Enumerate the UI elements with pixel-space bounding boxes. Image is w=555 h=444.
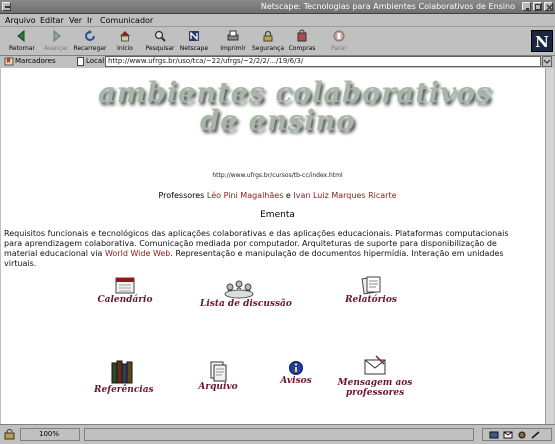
print-label: Imprimir xyxy=(220,45,246,52)
professors-line: Professores Léo Pini Magalhães e Ivan Lu… xyxy=(0,191,555,200)
professors-prefix: Professores xyxy=(158,191,205,200)
discussion-tray-icon[interactable] xyxy=(517,431,527,439)
back-label: Retornar xyxy=(9,45,35,52)
professor-link-1[interactable]: Léo Pini Magalhães xyxy=(207,191,283,200)
chevron-down-icon xyxy=(543,59,551,64)
search-button[interactable]: Pesquisar xyxy=(143,28,177,55)
ementa-heading: Ementa xyxy=(260,210,295,220)
location-label: Local: xyxy=(86,57,107,65)
vertical-scrollbar[interactable] xyxy=(545,68,554,424)
back-button[interactable]: Retornar xyxy=(5,28,39,55)
minimize-icon[interactable] xyxy=(522,2,531,11)
course-url-text: http://www.ufrgs.br/cursos/tb-cc/index.h… xyxy=(212,172,343,179)
professor-link-2[interactable]: Ivan Luiz Marques Ricarte xyxy=(293,191,396,200)
menu-ir[interactable]: Ir xyxy=(87,16,93,25)
menubar: Arquivo Editar Ver Ir Comunicador xyxy=(0,14,555,27)
navigation-toolbar: Retornar Avançar Recarregar Início Pesqu… xyxy=(0,27,555,56)
navigator-tray-icon[interactable] xyxy=(489,431,499,439)
shopping-icon xyxy=(297,29,307,42)
mailing-list-icon xyxy=(224,280,254,299)
www-link[interactable]: World Wide Web xyxy=(105,249,170,258)
professors-and: e xyxy=(285,191,291,200)
menu-comunicador[interactable]: Comunicador xyxy=(100,16,153,25)
books-icon xyxy=(111,360,133,384)
file-archive-icon xyxy=(210,361,227,382)
security-label: Segurança xyxy=(251,45,285,52)
security-button[interactable]: Segurança xyxy=(251,28,285,55)
window-menu-icon[interactable] xyxy=(2,2,11,11)
nav-relatorios[interactable]: Relatórios xyxy=(340,275,402,305)
composer-tray-icon[interactable] xyxy=(531,431,541,439)
message-icon xyxy=(364,355,386,375)
nav-calendario[interactable]: Calendário xyxy=(95,275,155,305)
print-icon xyxy=(227,30,239,41)
nav-calendario-label: Calendário xyxy=(97,295,153,305)
menu-ver[interactable]: Ver xyxy=(69,16,82,25)
menu-arquivo[interactable]: Arquivo xyxy=(5,16,36,25)
close-icon[interactable] xyxy=(544,2,553,11)
lock-icon xyxy=(263,30,273,42)
netscape-logo[interactable]: N xyxy=(531,30,553,52)
security-status-icon[interactable] xyxy=(4,429,15,440)
netscape-label: Netscape xyxy=(179,45,209,52)
home-label: Início xyxy=(117,45,133,52)
forward-arrow-icon xyxy=(53,29,61,43)
nav-avisos[interactable]: Avisos xyxy=(278,360,314,386)
ementa-paragraph: Requisitos funcionais e tecnológicos das… xyxy=(4,229,522,269)
netscape-button[interactable]: Netscape xyxy=(177,28,211,55)
forward-label: Avançar xyxy=(43,45,69,52)
location-bar: Marcadores Local: http://www.ufrgs.br/us… xyxy=(0,56,555,68)
search-label: Pesquisar xyxy=(145,45,175,52)
nav-arquivo[interactable]: Arquivo xyxy=(196,360,240,392)
progress-percent: 100% xyxy=(20,428,80,441)
nav-referencias-label: Referências xyxy=(94,385,154,395)
window-titlebar[interactable]: Netscape: Tecnologias para Ambientes Col… xyxy=(0,0,555,14)
nav-relatorios-label: Relatórios xyxy=(345,295,397,305)
bookmark-icon[interactable] xyxy=(4,57,14,66)
search-icon xyxy=(154,30,166,42)
nav-avisos-label: Avisos xyxy=(280,376,312,386)
netscape-icon xyxy=(189,31,199,41)
calendar-icon xyxy=(115,277,135,294)
nav-lista-label: Lista de discussão xyxy=(200,299,292,309)
stop-button[interactable]: Parar xyxy=(322,28,356,55)
home-icon xyxy=(120,31,130,42)
stop-icon xyxy=(333,30,345,42)
shopping-button[interactable]: Compras xyxy=(285,28,319,55)
back-arrow-icon xyxy=(17,29,25,43)
banner-line-2: de ensino xyxy=(200,104,356,137)
nav-arquivo-label: Arquivo xyxy=(198,382,238,392)
stop-label: Parar xyxy=(331,45,347,52)
reload-icon xyxy=(85,30,95,41)
home-button[interactable]: Início xyxy=(108,28,142,55)
menu-editar[interactable]: Editar xyxy=(40,16,64,25)
reload-button[interactable]: Recarregar xyxy=(73,28,107,55)
component-bar xyxy=(482,428,552,441)
page-banner: ambientes colaborativos de ensino xyxy=(94,76,491,138)
url-dropdown-button[interactable] xyxy=(542,56,552,67)
nav-referencias[interactable]: Referências xyxy=(94,359,154,395)
bookmarks-label[interactable]: Marcadores xyxy=(15,57,56,65)
mail-tray-icon[interactable] xyxy=(503,431,513,439)
nav-lista-discussao[interactable]: Lista de discussão xyxy=(200,277,292,309)
window-title: Netscape: Tecnologias para Ambientes Col… xyxy=(260,2,515,11)
forward-button[interactable]: Avançar xyxy=(39,28,73,55)
nav-mensagem-professores[interactable]: Mensagem aos professores xyxy=(335,354,415,398)
reports-icon xyxy=(361,276,381,295)
nav-mensagem-label-1: Mensagem aos xyxy=(337,378,413,388)
status-bar: 100% xyxy=(0,424,555,444)
status-message xyxy=(84,428,474,441)
nav-mensagem-label-2: professores xyxy=(345,388,405,398)
maximize-icon[interactable] xyxy=(533,2,542,11)
reload-label: Recarregar xyxy=(73,45,107,52)
page-proxy-icon[interactable] xyxy=(76,57,85,66)
info-icon xyxy=(289,361,303,375)
url-field[interactable]: http://www.ufrgs.br/uso/tca/~22/ufrgs/~2… xyxy=(105,56,541,67)
print-button[interactable]: Imprimir xyxy=(216,28,250,55)
shopping-label: Compras xyxy=(288,45,316,52)
